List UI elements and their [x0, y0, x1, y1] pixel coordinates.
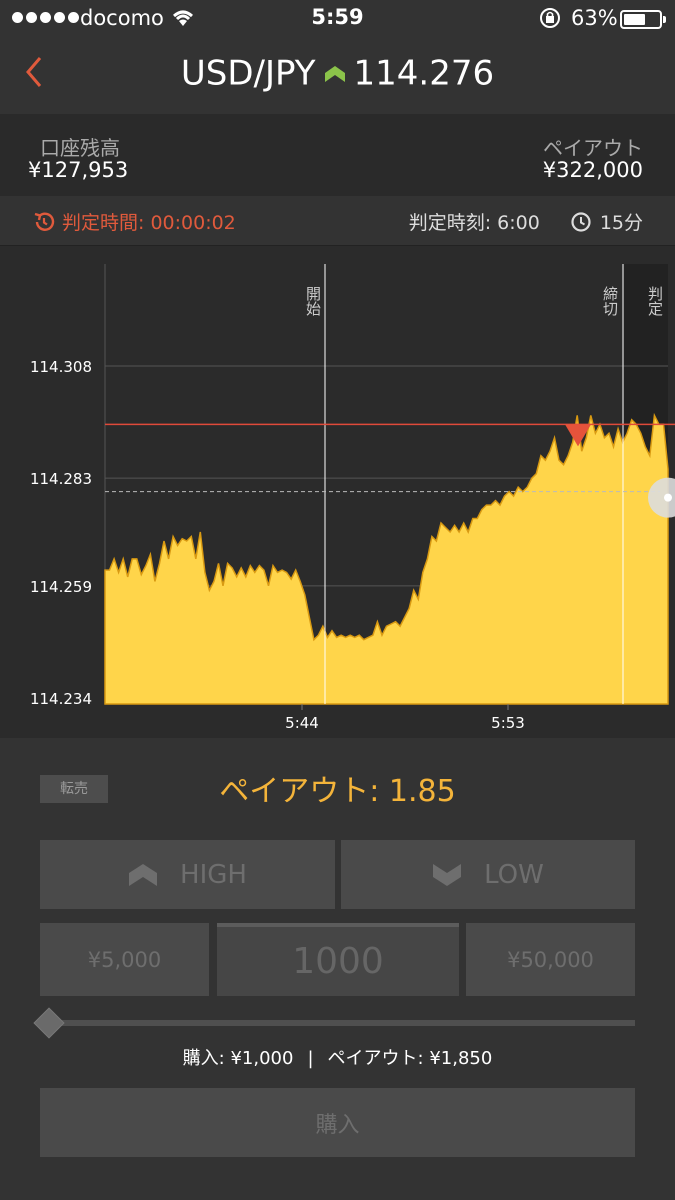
balance-label: 口座残高 — [40, 136, 120, 160]
battery-percent: 63% — [571, 6, 618, 30]
header: USD/JPY 114.276 — [0, 38, 675, 114]
currency-pair: USD/JPY — [180, 53, 316, 94]
order-summary: 購入: ¥1,000 | ペイアウト: ¥1,850 — [0, 1044, 675, 1070]
arrow-down-icon — [433, 863, 462, 886]
price-area — [104, 412, 669, 705]
x-tick-label: 5:53 — [491, 714, 525, 732]
history-icon — [34, 212, 55, 231]
status-bar: docomo 5:59 63% — [0, 0, 675, 38]
clock-icon — [571, 211, 591, 232]
y-tick-label: 114.308 — [30, 358, 92, 376]
summary-separator: | — [307, 1048, 314, 1069]
payout-value: ¥322,000 — [542, 158, 643, 182]
y-tick-label: 114.259 — [30, 578, 92, 596]
amount-slider[interactable] — [48, 1020, 635, 1026]
judge-info: 判定時刻: 6:00 15分 — [409, 208, 643, 235]
current-rate-dot — [664, 493, 672, 502]
amount-preset-5000[interactable]: ¥5,000 — [40, 923, 209, 996]
amount-input[interactable]: 1000 — [217, 923, 459, 996]
remaining-time-text: 判定時間: 00:00:02 — [62, 212, 236, 234]
amount-slider-handle[interactable] — [33, 1007, 65, 1039]
page-title: USD/JPY 114.276 — [0, 52, 675, 98]
timer-bar: 判定時間: 00:00:02 判定時刻: 6:00 15分 — [0, 196, 675, 246]
payout-label: ペイアウト — [543, 136, 643, 160]
arrow-up-icon — [129, 863, 158, 886]
rotation-lock-icon — [538, 6, 562, 35]
y-tick-label: 114.234 — [30, 690, 92, 708]
low-button[interactable]: LOW — [341, 840, 635, 909]
arrow-up-icon — [324, 52, 346, 92]
start-marker-label: 開始 — [304, 286, 322, 316]
balance-value: ¥127,953 — [28, 158, 129, 182]
payout-rate: ペイアウト: 1.85 — [219, 774, 456, 809]
price-chart[interactable]: 114.308 114.283 114.259 114.234 開始 締切 判定 5:44 5:… — [0, 246, 675, 738]
battery-icon — [620, 10, 666, 29]
account-summary: 口座残高 ¥127,953 ペイアウト ¥322,000 — [0, 114, 675, 196]
summary-payout: ペイアウト: ¥1,850 — [327, 1048, 493, 1069]
current-price: 114.276 — [353, 53, 495, 94]
low-label: LOW — [484, 859, 544, 890]
amount-preset-50000[interactable]: ¥50,000 — [466, 923, 635, 996]
close-marker-label: 締切 — [601, 286, 619, 317]
high-button[interactable]: HIGH — [40, 840, 335, 909]
y-tick-label: 114.283 — [30, 470, 92, 488]
summary-purchase: 購入: ¥1,000 — [182, 1048, 294, 1069]
x-tick-label: 5:44 — [285, 714, 319, 732]
price-chart-svg: 114.308 114.283 114.259 114.234 開始 締切 判定 5:44 5:… — [30, 264, 675, 732]
remaining-time: 判定時間: 00:00:02 — [32, 208, 236, 235]
judge-marker-label: 判定 — [646, 286, 664, 317]
high-label: HIGH — [180, 859, 247, 890]
judge-time: 判定時刻: 6:00 — [408, 212, 540, 234]
duration: 15分 — [599, 212, 643, 234]
buy-button[interactable]: 購入 — [40, 1088, 635, 1157]
